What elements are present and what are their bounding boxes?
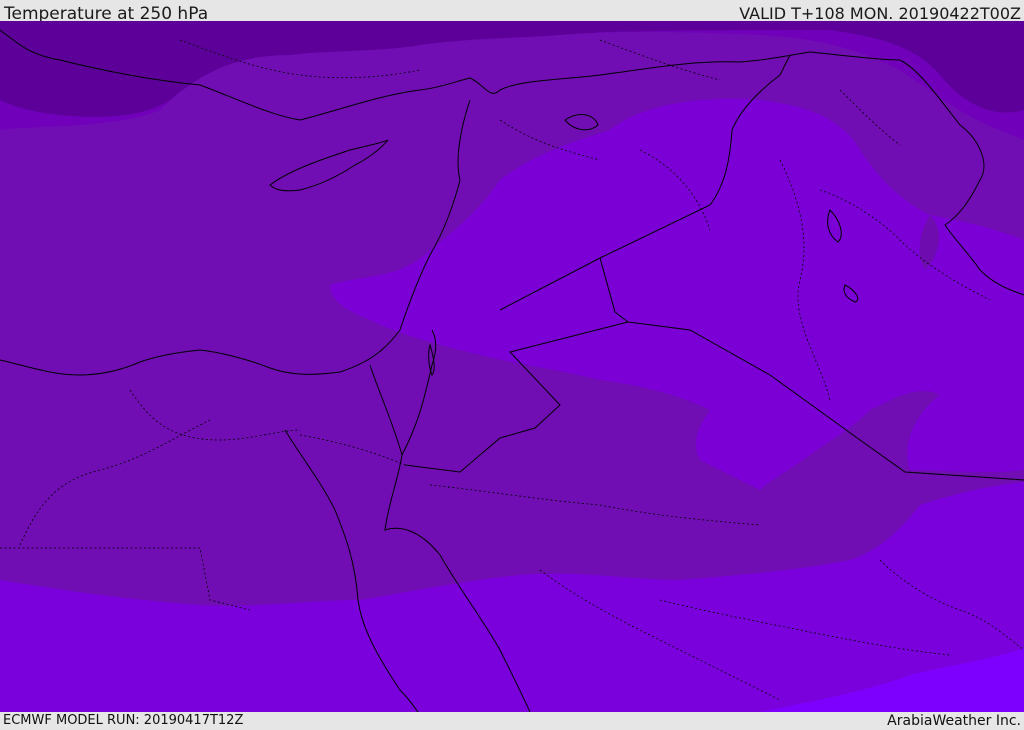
model-run-label: ECMWF MODEL RUN: 20190417T12Z bbox=[3, 713, 244, 728]
map-canvas bbox=[0, 21, 1024, 712]
credit-label: ArabiaWeather Inc. bbox=[887, 713, 1021, 729]
footer-bar: ECMWF MODEL RUN: 20190417T12Z ArabiaWeat… bbox=[0, 712, 1024, 729]
temperature-map[interactable] bbox=[0, 21, 1024, 712]
title-bar: Temperature at 250 hPa VALID T+108 MON. … bbox=[0, 0, 1024, 24]
